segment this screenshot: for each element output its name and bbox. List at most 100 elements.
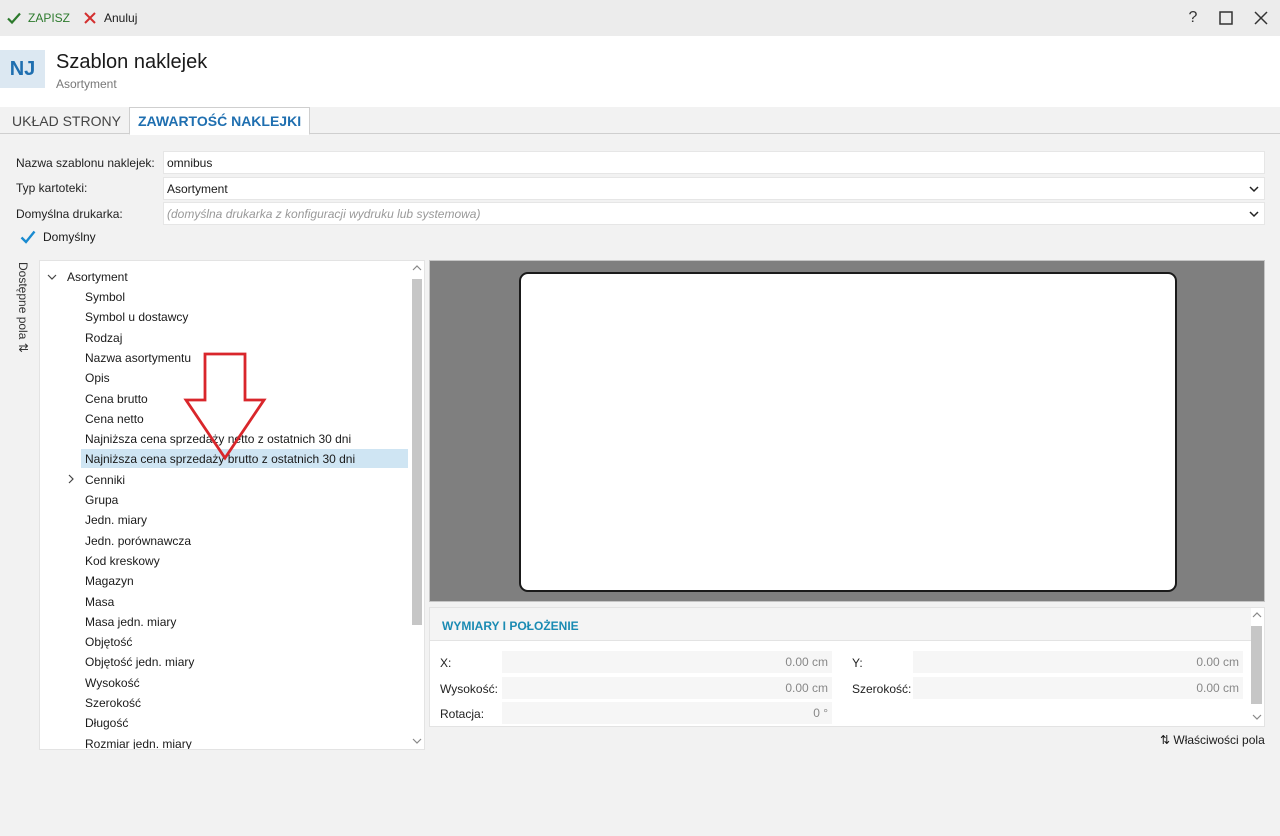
tree-item[interactable]: Grupa xyxy=(40,490,400,509)
tab-label-content[interactable]: ZAWARTOŚĆ NAKLEJKI xyxy=(129,107,311,135)
tree-item[interactable]: Jedn. miary xyxy=(40,510,400,529)
tree-item-label: Jedn. miary xyxy=(85,512,148,527)
tree-item-label: Rozmiar jedn. miary xyxy=(85,736,192,750)
tree-item-label: Magazyn xyxy=(85,573,134,588)
close-icon xyxy=(1254,11,1268,25)
cancel-button[interactable]: Anuluj xyxy=(82,0,137,36)
red-arrow-annotation xyxy=(183,352,267,461)
dimensions-panel: WYMIARY I POŁOŻENIE X: 0.00 cm Y: 0.00 c… xyxy=(429,607,1265,727)
tree-item[interactable]: Cenniki xyxy=(40,470,400,489)
tree-item[interactable]: Kod kreskowy xyxy=(40,551,400,570)
record-type-label: Typ kartoteki: xyxy=(16,181,88,195)
maximize-button[interactable] xyxy=(1216,8,1236,28)
tree-item[interactable]: Magazyn xyxy=(40,571,400,590)
dimensions-scrollbar[interactable] xyxy=(1250,608,1263,726)
template-name-value: omnibus xyxy=(167,155,213,170)
close-x-icon xyxy=(82,10,98,26)
template-name-input[interactable]: omnibus xyxy=(163,151,1265,174)
check-icon xyxy=(20,230,36,244)
x-value[interactable]: 0.00 cm xyxy=(502,651,832,673)
available-fields-label: Dostępne pola ⇅ xyxy=(16,262,30,353)
tree-item-label: Grupa xyxy=(85,492,119,507)
record-type-select[interactable]: Asortyment xyxy=(163,177,1265,200)
tree-scroll-thumb[interactable] xyxy=(412,279,422,625)
tree-item-label: Symbol xyxy=(85,289,126,304)
x-label: X: xyxy=(440,656,452,670)
tree-item[interactable]: Objętość xyxy=(40,632,400,651)
scroll-up-icon[interactable] xyxy=(1252,611,1262,619)
tree-item[interactable]: Rodzaj xyxy=(40,328,400,347)
page-subtitle: Asortyment xyxy=(56,77,117,91)
chevron-down-icon xyxy=(1249,186,1259,193)
dimensions-panel-header: WYMIARY I POŁOŻENIE xyxy=(430,608,1251,641)
rotation-label: Rotacja: xyxy=(440,707,485,721)
tree-item-label: Nazwa asortymentu xyxy=(85,350,192,365)
dimensions-scroll-thumb[interactable] xyxy=(1251,626,1262,704)
tree-item-label: Cenniki xyxy=(85,472,126,487)
tree-item-label: Jedn. porównawcza xyxy=(85,533,192,548)
record-type-value: Asortyment xyxy=(167,181,228,196)
tree-item[interactable]: Masa xyxy=(40,592,400,611)
toolbar: ZAPISZ Anuluj ? xyxy=(0,0,1280,36)
rotation-value[interactable]: 0 ° xyxy=(502,702,832,724)
tree-item[interactable]: Rozmiar jedn. miary xyxy=(40,734,400,750)
height-value[interactable]: 0.00 cm xyxy=(502,677,832,699)
tree-item[interactable]: Jedn. porównawcza xyxy=(40,531,400,550)
y-label: Y: xyxy=(852,656,863,670)
field-properties-button[interactable]: ⇅ Właściwości pola xyxy=(1160,733,1265,747)
maximize-icon xyxy=(1219,11,1233,25)
default-printer-select[interactable]: (domyślna drukarka z konfiguracji wydruk… xyxy=(163,202,1265,225)
scroll-down-icon[interactable] xyxy=(1252,713,1262,721)
tree-item-label: Rodzaj xyxy=(85,330,123,345)
dimensions-panel-title: WYMIARY I POŁOŻENIE xyxy=(442,619,579,633)
save-button[interactable]: ZAPISZ xyxy=(6,0,70,36)
default-checkbox[interactable]: Domyślny xyxy=(20,229,96,245)
close-window-button[interactable] xyxy=(1251,8,1271,28)
tab-bar: UKŁAD STRONY ZAWARTOŚĆ NAKLEJKI xyxy=(0,107,1280,135)
label-canvas[interactable] xyxy=(519,272,1177,592)
tree-item-label: Masa xyxy=(85,594,115,609)
tree-item[interactable]: Długość xyxy=(40,713,400,732)
tree-item[interactable]: Symbol xyxy=(40,287,400,306)
available-fields-toggle[interactable]: Dostępne pola ⇅ xyxy=(14,262,30,354)
tree-item-label: Szerokość xyxy=(85,695,142,710)
tree-item[interactable]: Objętość jedn. miary xyxy=(40,652,400,671)
tree-item-label: Objętość xyxy=(85,634,133,649)
width-label: Szerokość: xyxy=(852,682,912,696)
tree-item-label: Wysokość xyxy=(85,675,140,690)
tree-item-label: Cena netto xyxy=(85,411,144,426)
chevron-right-icon[interactable] xyxy=(65,473,77,485)
tree-item[interactable]: Szerokość xyxy=(40,693,400,712)
tree-item[interactable]: Symbol u dostawcy xyxy=(40,307,400,326)
help-button[interactable]: ? xyxy=(1183,8,1203,28)
tree-item-label: Długość xyxy=(85,715,129,730)
default-printer-placeholder: (domyślna drukarka z konfiguracji wydruk… xyxy=(167,206,481,221)
tree-scrollbar[interactable] xyxy=(411,261,423,749)
y-value[interactable]: 0.00 cm xyxy=(913,651,1243,673)
tree-item-label: Cena brutto xyxy=(85,391,148,406)
chevron-down-icon xyxy=(1249,211,1259,218)
save-label: ZAPISZ xyxy=(28,11,71,25)
tree-item-label: Masa jedn. miary xyxy=(85,614,177,629)
width-value[interactable]: 0.00 cm xyxy=(913,677,1243,699)
field-tree: Asortyment Symbol Symbol u dostawcy Rodzaj… xyxy=(39,260,425,750)
chevron-down-icon[interactable] xyxy=(46,271,58,283)
default-printer-label: Domyślna drukarka: xyxy=(16,207,123,221)
app-badge: NJ xyxy=(0,50,45,88)
checkmark-icon xyxy=(6,10,22,26)
scroll-down-icon[interactable] xyxy=(412,737,422,745)
tree-item-label: Symbol u dostawcy xyxy=(85,309,189,324)
height-label: Wysokość: xyxy=(440,682,498,696)
tab-page-layout[interactable]: UKŁAD STRONY xyxy=(4,107,129,134)
header: NJ Szablon naklejek Asortyment xyxy=(0,36,1280,107)
tree-item-label: Opis xyxy=(85,370,110,385)
tree-item[interactable]: Masa jedn. miary xyxy=(40,612,400,631)
cancel-label: Anuluj xyxy=(104,11,138,25)
template-name-label: Nazwa szablonu naklejek: xyxy=(16,156,155,170)
label-preview-area xyxy=(429,260,1265,602)
default-checkbox-label: Domyślny xyxy=(43,230,96,244)
tree-item[interactable]: Wysokość xyxy=(40,673,400,692)
tree-item-label: Objętość jedn. miary xyxy=(85,654,195,669)
scroll-up-icon[interactable] xyxy=(412,264,422,272)
tree-item-label: Kod kreskowy xyxy=(85,553,160,568)
